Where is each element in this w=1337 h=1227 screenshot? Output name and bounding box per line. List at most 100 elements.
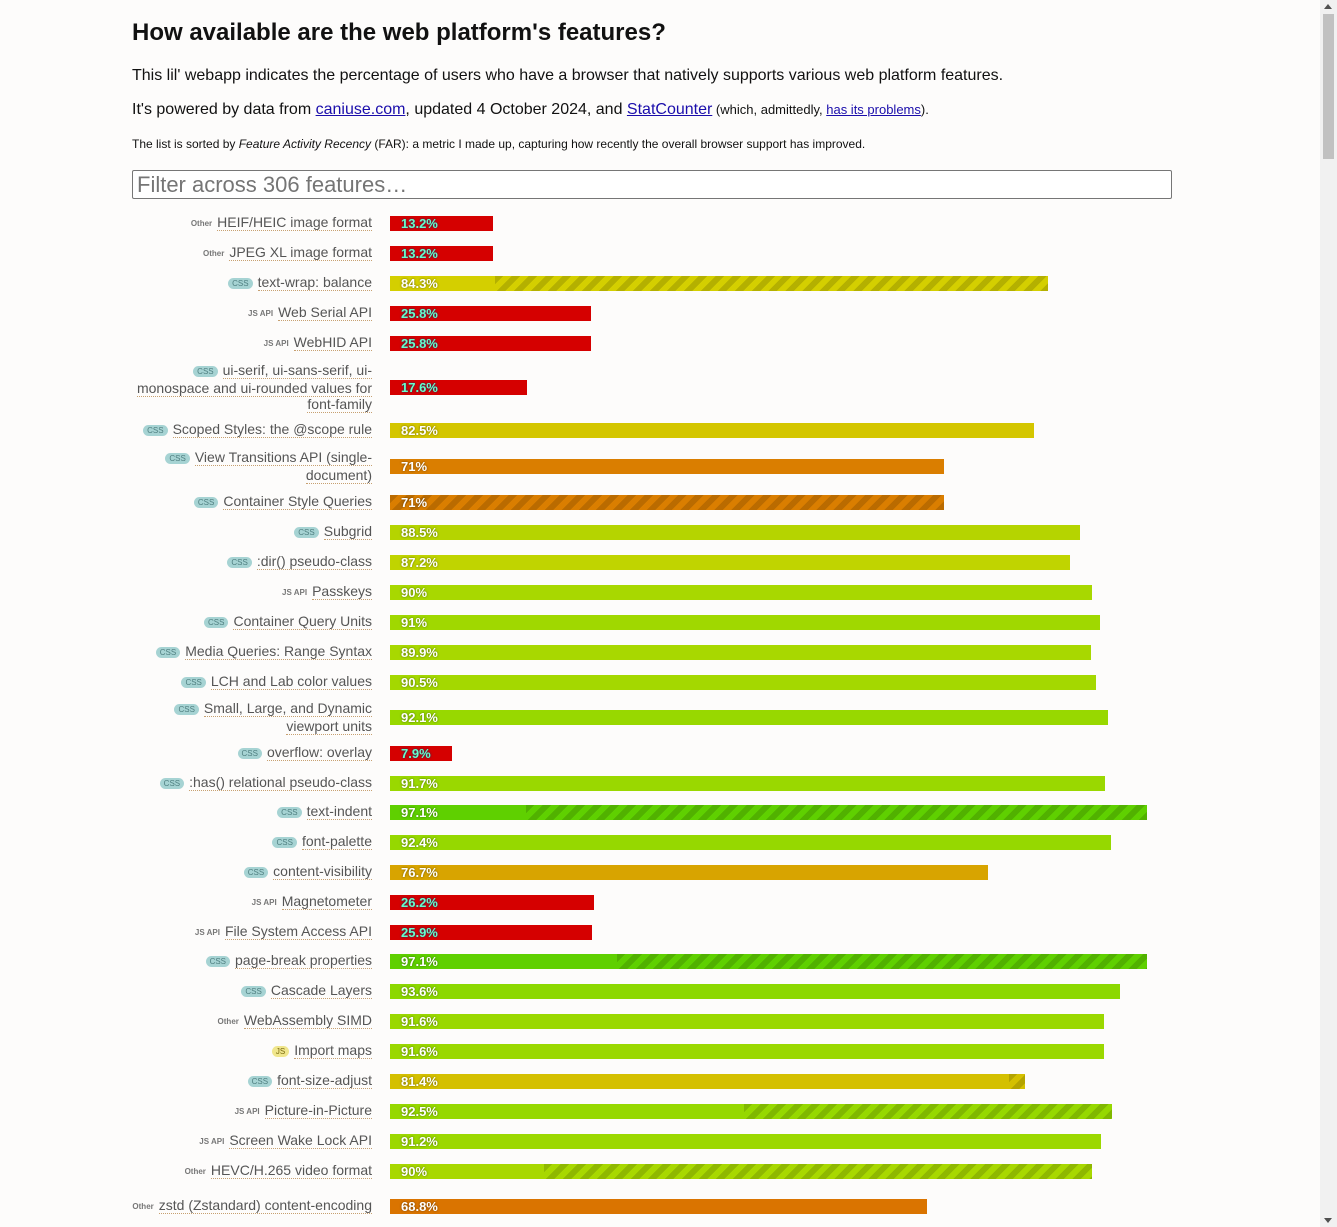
feature-name-link[interactable]: Container Query Units: [233, 613, 372, 630]
feature-row: Other zstd (Zstandard) content-encoding 68…: [132, 1190, 1172, 1222]
feature-name-link[interactable]: Small, Large, and Dynamic viewport units: [203, 700, 372, 735]
feature-label: JS API Picture-in-Picture: [132, 1101, 372, 1121]
category-badge: CSS: [227, 557, 252, 568]
support-percentage: 92.4%: [401, 835, 438, 850]
support-percentage: 91.7%: [401, 776, 438, 791]
feature-label-text: Other zstd (Zstandard) content-encoding: [132, 1197, 372, 1215]
feature-name-link[interactable]: zstd (Zstandard) content-encoding: [158, 1197, 372, 1214]
problems-link[interactable]: has its problems: [826, 102, 921, 117]
feature-name-link[interactable]: View Transitions API (single-document): [194, 449, 372, 484]
feature-label-text: JS API WebHID API: [264, 334, 372, 352]
category-badge: JS API: [194, 928, 220, 937]
feature-name-link[interactable]: page-break properties: [235, 952, 372, 969]
support-percentage: 25.8%: [401, 306, 438, 321]
feature-row: CSS Cascade Layers 93.6%: [132, 981, 1172, 1001]
support-bar: 90%: [390, 585, 1092, 600]
feature-row: JS API Passkeys 90%: [132, 582, 1172, 602]
feature-name-link[interactable]: font-size-adjust: [277, 1072, 372, 1089]
support-percentage: 13.2%: [401, 216, 438, 231]
feature-name-link[interactable]: font-palette: [301, 833, 372, 850]
feature-label-text: CSS content-visibility: [243, 863, 372, 881]
scrollbar[interactable]: [1320, 0, 1337, 1227]
feature-label: Other JPEG XL image format: [132, 243, 372, 263]
partial-support-stripe: [495, 276, 1048, 291]
feature-row: CSS Media Queries: Range Syntax 89.9%: [132, 642, 1172, 662]
support-percentage: 92.5%: [401, 1104, 438, 1119]
support-percentage: 25.9%: [401, 925, 438, 940]
feature-label-text: CSS :dir() pseudo-class: [227, 553, 372, 571]
feature-name-link[interactable]: ui-serif, ui-sans-serif, ui-monospace an…: [136, 362, 372, 413]
feature-name-link[interactable]: Cascade Layers: [270, 982, 372, 999]
support-bar: 91%: [390, 615, 1100, 630]
scrollbar-thumb[interactable]: [1323, 14, 1334, 159]
feature-name-link[interactable]: :has() relational pseudo-class: [189, 774, 372, 791]
support-bar: 91.2%: [390, 1134, 1101, 1149]
feature-row: CSS :has() relational pseudo-class 91.7%: [132, 773, 1172, 793]
category-badge: CSS: [165, 453, 190, 464]
partial-support-stripe: [526, 805, 1147, 820]
feature-label: CSS LCH and Lab color values: [132, 672, 372, 692]
feature-name-link[interactable]: LCH and Lab color values: [210, 673, 372, 690]
feature-label: CSS overflow: overlay: [132, 743, 372, 763]
feature-name-link[interactable]: Import maps: [294, 1042, 372, 1059]
feature-label: CSS content-visibility: [132, 862, 372, 882]
support-percentage: 97.1%: [401, 805, 438, 820]
feature-name-link[interactable]: Media Queries: Range Syntax: [185, 643, 372, 660]
feature-label-text: Other HEVC/H.265 video format: [185, 1162, 372, 1180]
support-percentage: 93.6%: [401, 984, 438, 999]
feature-name-link[interactable]: Container Style Queries: [223, 493, 372, 510]
feature-name-link[interactable]: overflow: overlay: [266, 744, 372, 761]
feature-name-link[interactable]: content-visibility: [273, 863, 372, 880]
feature-name-link[interactable]: WebHID API: [293, 334, 372, 351]
feature-name-link[interactable]: Screen Wake Lock API: [229, 1132, 372, 1149]
feature-name-link[interactable]: :dir() pseudo-class: [256, 553, 372, 570]
support-bar: 90.5%: [390, 675, 1096, 690]
category-badge: CSS: [159, 778, 185, 789]
sort-metric-name: Feature Activity Recency: [238, 137, 371, 151]
feature-row: JS Import maps 91.6%: [132, 1041, 1172, 1061]
scroll-down-arrow-icon[interactable]: [1324, 1218, 1332, 1223]
feature-name-link[interactable]: Scoped Styles: the @scope rule: [172, 421, 372, 438]
statcounter-link[interactable]: StatCounter: [627, 101, 712, 118]
feature-name-link[interactable]: Magnetometer: [281, 893, 372, 910]
powered-by-text: It's powered by data from caniuse.com, u…: [132, 101, 929, 119]
feature-label: JS API WebHID API: [132, 333, 372, 353]
feature-row: CSS ui-serif, ui-sans-serif, ui-monospace…: [132, 362, 1172, 413]
support-bar: 92.4%: [390, 835, 1111, 850]
feature-label: CSS Cascade Layers: [132, 981, 372, 1001]
caniuse-link[interactable]: caniuse.com: [316, 101, 406, 118]
support-percentage: 91.2%: [401, 1134, 438, 1149]
feature-name-link[interactable]: Picture-in-Picture: [264, 1102, 372, 1119]
feature-name-link[interactable]: text-wrap: balance: [257, 274, 372, 291]
category-badge: CSS: [193, 497, 219, 508]
support-bar: 92.1%: [390, 710, 1108, 725]
feature-label: CSS Small, Large, and Dynamic viewport un…: [132, 700, 372, 735]
feature-label: JS Import maps: [132, 1041, 372, 1061]
feature-name-link[interactable]: text-indent: [306, 803, 372, 820]
feature-label: CSS font-palette: [132, 832, 372, 852]
feature-name-link[interactable]: Web Serial API: [278, 304, 372, 321]
feature-label: CSS :has() relational pseudo-class: [132, 773, 372, 793]
scroll-up-arrow-icon[interactable]: [1324, 4, 1332, 9]
support-percentage: 82.5%: [401, 423, 438, 438]
feature-label: CSS View Transitions API (single-document…: [132, 449, 372, 484]
feature-row: CSS Small, Large, and Dynamic viewport un…: [132, 700, 1172, 735]
feature-label-text: Other WebAssembly SIMD: [218, 1012, 372, 1030]
feature-name-link[interactable]: JPEG XL image format: [229, 244, 372, 261]
feature-label: JS API Web Serial API: [132, 303, 372, 323]
feature-name-link[interactable]: Subgrid: [323, 523, 372, 540]
feature-label-text: JS API File System Access API: [195, 923, 372, 941]
feature-label-text: CSS Scoped Styles: the @scope rule: [143, 421, 372, 439]
feature-name-link[interactable]: WebAssembly SIMD: [243, 1012, 372, 1029]
support-percentage: 91.6%: [401, 1014, 438, 1029]
feature-name-link[interactable]: Passkeys: [312, 583, 372, 600]
feature-name-link[interactable]: HEVC/H.265 video format: [210, 1162, 372, 1179]
category-badge: Other: [217, 1017, 239, 1026]
feature-name-link[interactable]: HEIF/HEIC image format: [217, 214, 372, 231]
feature-name-link[interactable]: File System Access API: [224, 923, 372, 940]
filter-input[interactable]: [132, 170, 1172, 199]
feature-row: JS API Magnetometer 26.2%: [132, 892, 1172, 912]
feature-label-text: CSS Container Style Queries: [193, 493, 372, 511]
partial-support-stripe: [390, 495, 944, 510]
feature-row: CSS text-indent 97.1%: [132, 802, 1172, 822]
